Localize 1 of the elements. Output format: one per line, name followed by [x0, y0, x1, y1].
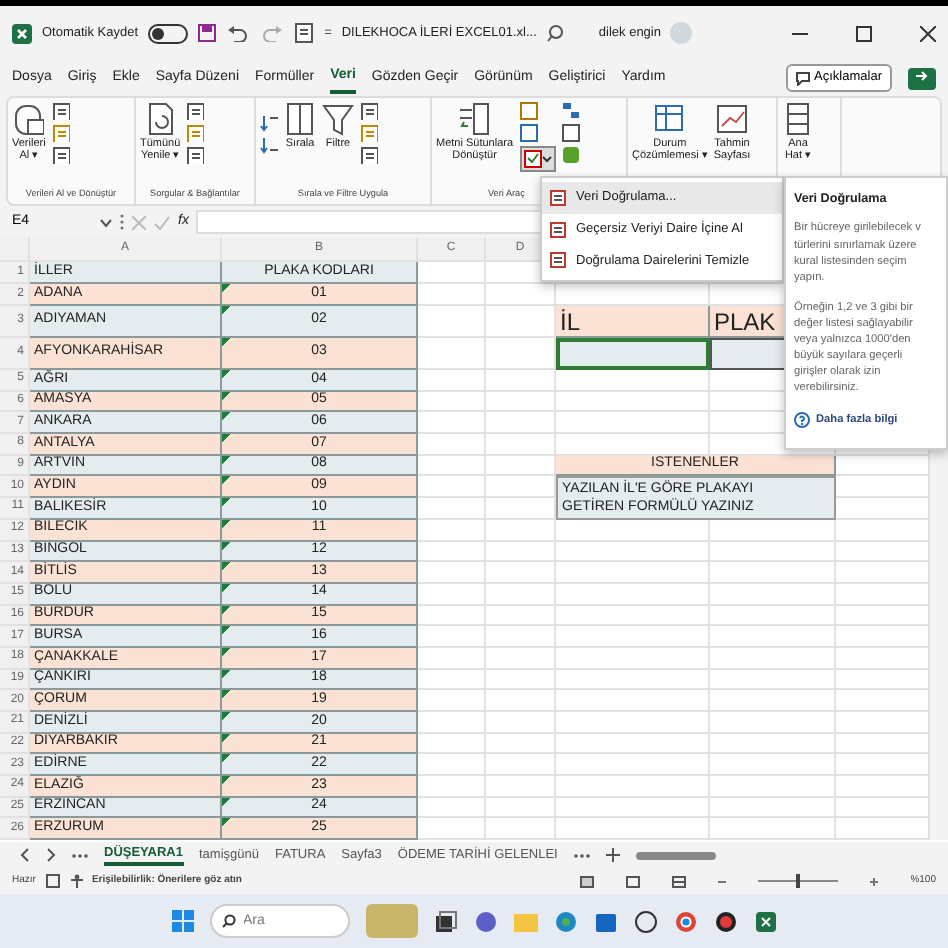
table-cell: İL — [556, 306, 710, 338]
